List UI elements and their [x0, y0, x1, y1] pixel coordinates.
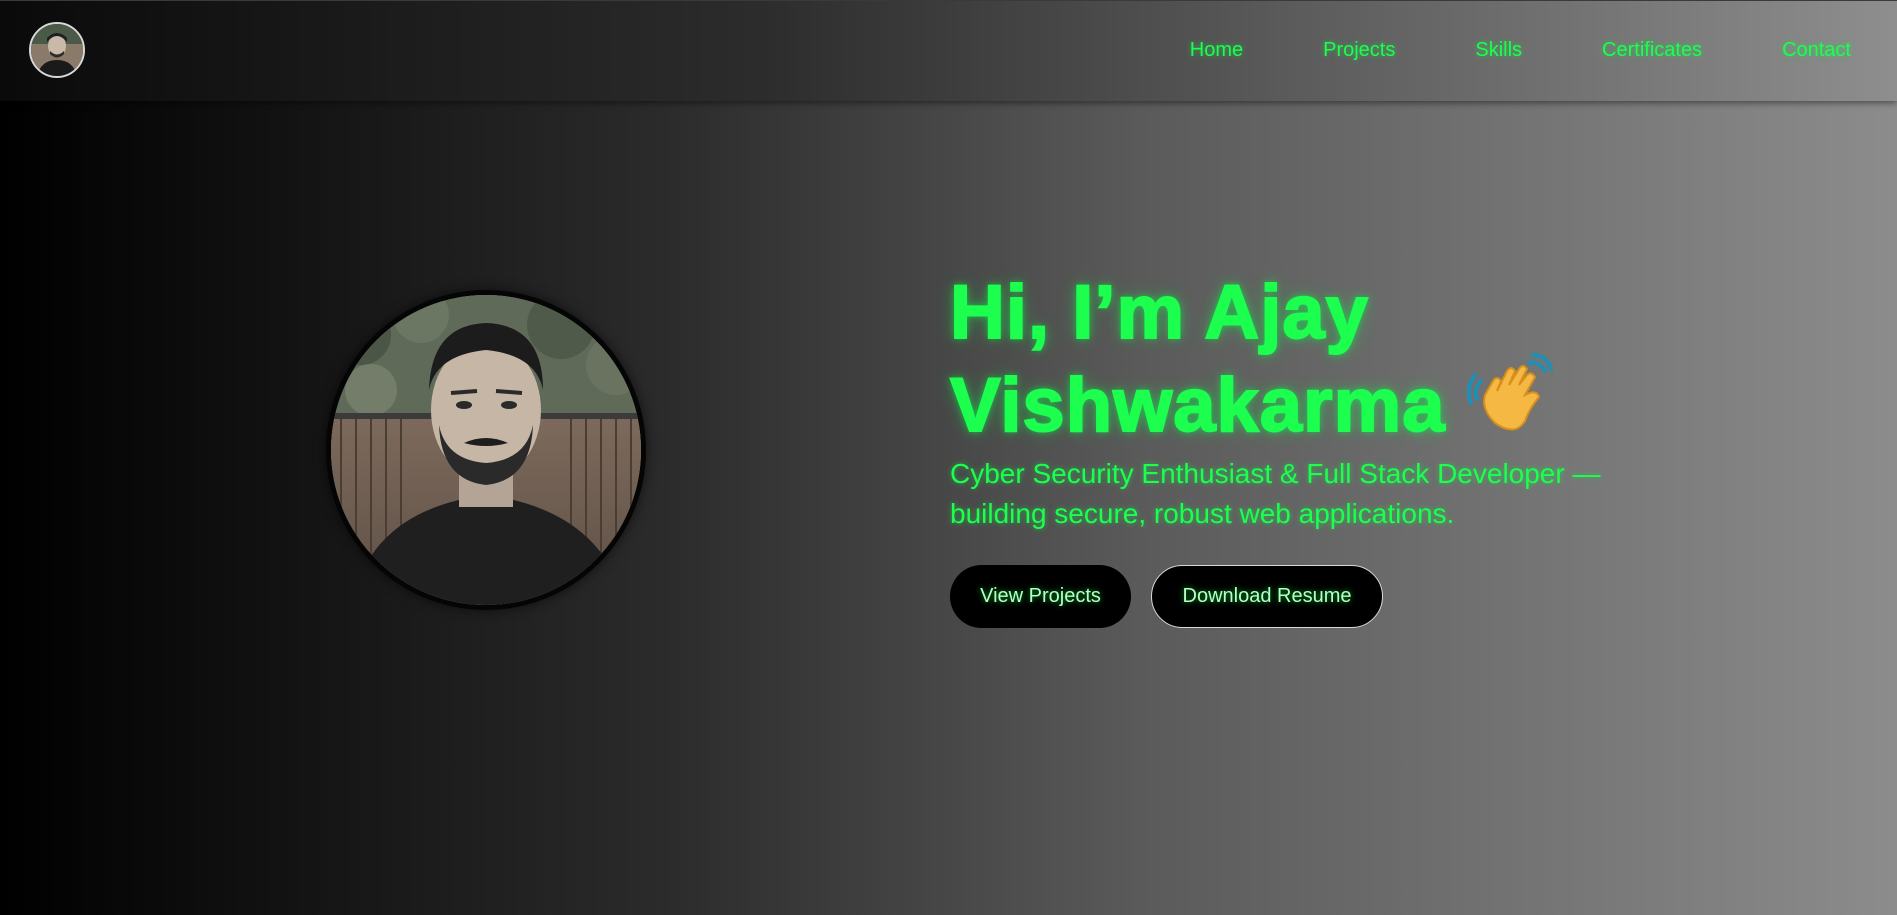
- profile-photo: [326, 290, 646, 610]
- navbar: Home Projects Skills Certificates Contac…: [0, 0, 1897, 101]
- download-resume-button[interactable]: Download Resume: [1151, 565, 1383, 628]
- nav-link-home[interactable]: Home: [1190, 39, 1243, 62]
- nav-link-contact[interactable]: Contact: [1782, 39, 1851, 62]
- hero-title-line1: Hi, I’m Ajay: [949, 270, 1369, 355]
- hero-title: Hi, I’m Ajay Vishwakarma: [949, 274, 1710, 445]
- nav-link-certificates[interactable]: Certificates: [1602, 39, 1702, 62]
- hero-buttons: View Projects Download Resume: [950, 565, 1383, 628]
- hero-subtitle: Cyber Security Enthusiast & Full Stack D…: [950, 458, 1601, 529]
- nav-links: Home Projects Skills Certificates Contac…: [1190, 39, 1851, 62]
- hero-title-line2: Vishwakarma: [949, 363, 1446, 448]
- hero-section: Hi, I’m Ajay Vishwakarma Cyber Security …: [949, 274, 1710, 534]
- nav-avatar[interactable]: [29, 22, 85, 78]
- avatar-photo-icon: [31, 24, 83, 76]
- nav-link-skills[interactable]: Skills: [1475, 39, 1522, 62]
- view-projects-button[interactable]: View Projects: [950, 565, 1131, 628]
- profile-photo-icon: [331, 295, 641, 605]
- nav-link-projects[interactable]: Projects: [1323, 39, 1395, 62]
- waving-hand-icon: [1467, 351, 1554, 437]
